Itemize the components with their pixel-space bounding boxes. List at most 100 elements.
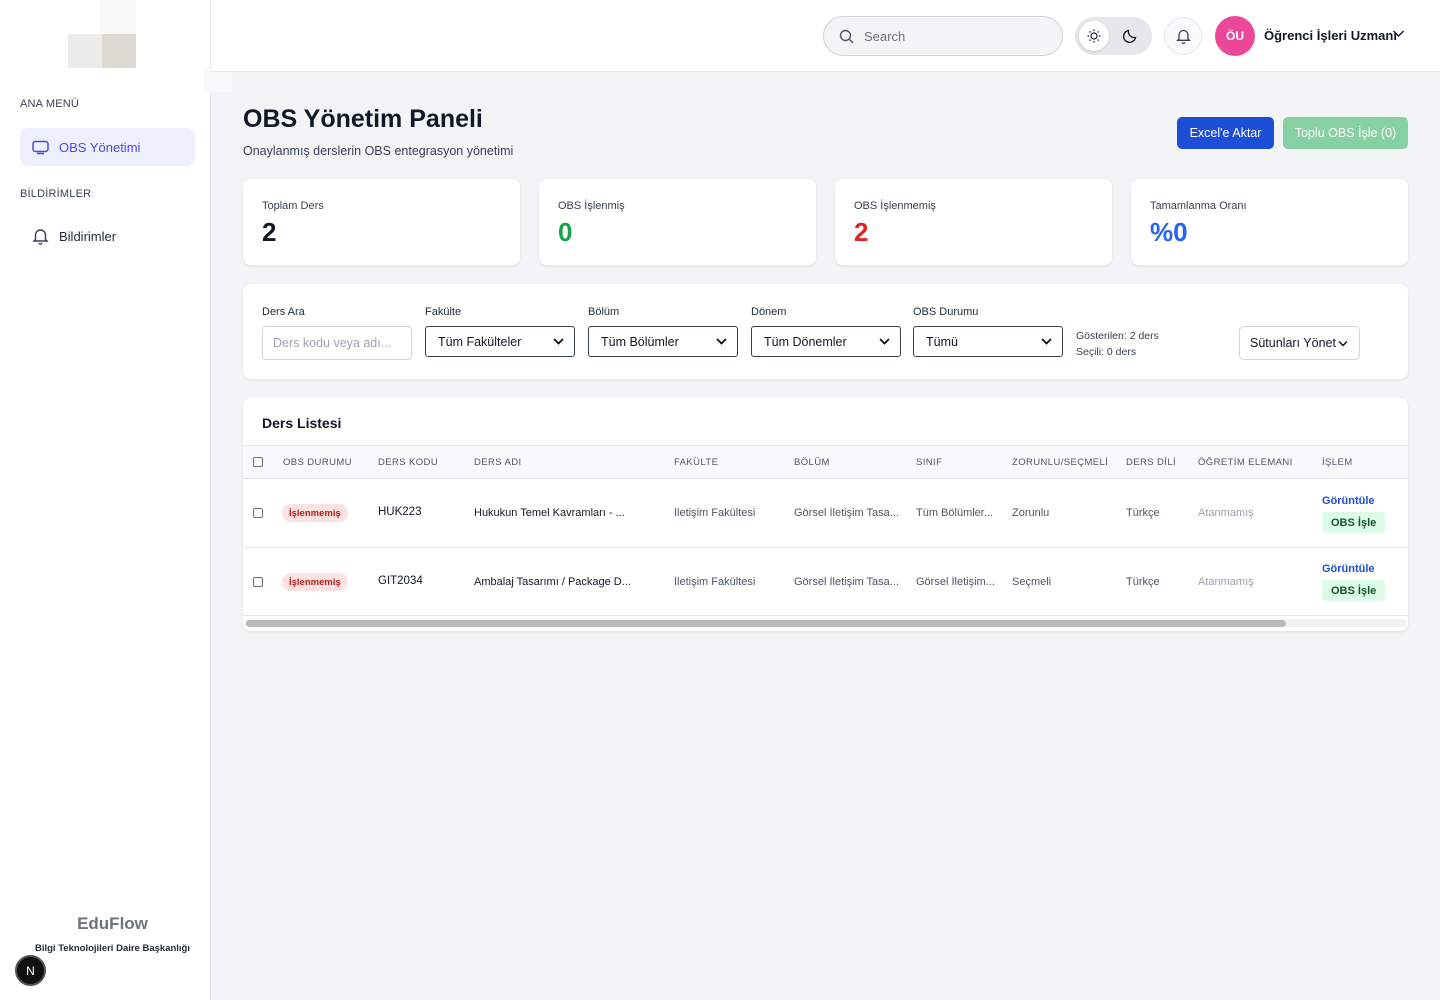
chevron-down-icon	[879, 338, 890, 345]
course-department: Görsel İletişim Tasa...	[794, 507, 899, 519]
horizontal-scrollbar[interactable]	[245, 619, 1406, 627]
course-class: Görsel İletişim...	[916, 576, 995, 588]
chevron-down-icon	[1041, 338, 1052, 345]
manage-columns-button[interactable]: Sütunları Yönet	[1239, 326, 1360, 360]
search-input[interactable]	[864, 28, 1044, 44]
stat-card-processed: OBS İşlenmiş 0	[539, 179, 816, 265]
column-header[interactable]: İŞLEM	[1322, 457, 1353, 468]
sidebar-item-notifications[interactable]: Bildirimler	[20, 217, 195, 255]
stat-label: Toplam Ders	[262, 200, 324, 212]
bell-icon	[1175, 29, 1191, 44]
bulk-obs-process-button[interactable]: Toplu OBS İşle (0)	[1283, 117, 1408, 149]
shown-count: Gösterilen: 2 ders	[1076, 330, 1159, 342]
course-instructor: Atanmamış	[1198, 576, 1254, 588]
faculty-select-value: Tüm Fakülteler	[438, 334, 522, 349]
column-header[interactable]: OBS DURUMU	[283, 457, 352, 468]
framework-badge[interactable]: N	[15, 955, 46, 986]
course-code: HUK223	[378, 506, 422, 518]
stat-label: OBS İşlenmemiş	[854, 200, 936, 212]
select-all-checkbox[interactable]	[253, 457, 263, 467]
light-mode-button[interactable]	[1079, 21, 1109, 51]
obs-process-button[interactable]: OBS İşle	[1322, 512, 1386, 533]
sidebar-item-label: Bildirimler	[59, 228, 117, 244]
column-header[interactable]: DERS KODU	[378, 457, 438, 468]
stat-value: 2	[854, 217, 869, 247]
course-type: Zorunlu	[1012, 507, 1050, 519]
logo-backdrop	[100, 0, 136, 34]
monitor-icon	[32, 140, 49, 154]
obs-status-select-value: Tümü	[926, 334, 958, 349]
obs-process-button[interactable]: OBS İşle	[1322, 580, 1386, 601]
sidebar-item-obs-management[interactable]: OBS Yönetimi	[20, 128, 195, 166]
stat-value: 2	[262, 217, 277, 247]
term-select[interactable]: Tüm Dönemler	[751, 326, 901, 357]
filter-label-obs-status: OBS Durumu	[913, 306, 979, 318]
stat-card-total: Toplam Ders 2	[243, 179, 520, 265]
department-select[interactable]: Tüm Bölümler	[588, 326, 738, 357]
course-language: Türkçe	[1126, 507, 1160, 519]
section-main-menu: ANA MENÜ	[20, 98, 80, 110]
course-table-card: Ders Listesi OBS DURUMU DERS KODU DERS A…	[243, 398, 1408, 631]
chevron-down-icon[interactable]	[1392, 29, 1405, 38]
course-code: GIT2034	[378, 575, 423, 587]
top-bar: ÖU Öğrenci İşleri Uzmanı	[211, 0, 1440, 72]
search-icon	[839, 29, 854, 43]
column-header[interactable]: DERS ADI	[474, 457, 522, 468]
department-select-value: Tüm Bölümler	[601, 334, 679, 349]
filter-label-search: Ders Ara	[262, 306, 305, 318]
column-header[interactable]: ÖĞRETİM ELEMANI	[1198, 457, 1293, 468]
brand-subtitle: Bilgi Teknolojileri Daire Başkanlığı	[34, 943, 191, 954]
course-language: Türkçe	[1126, 576, 1160, 588]
course-department: Görsel İletişim Tasa...	[794, 576, 899, 588]
row-checkbox[interactable]	[253, 577, 263, 587]
stat-label: OBS İşlenmiş	[558, 200, 625, 212]
column-header[interactable]: ZORUNLU/SEÇMELİ	[1012, 457, 1108, 468]
column-header[interactable]: FAKÜLTE	[674, 457, 718, 468]
column-header[interactable]: SINIF	[916, 457, 942, 468]
user-name[interactable]: Öğrenci İşleri Uzmanı	[1264, 28, 1397, 43]
stat-value: %0	[1150, 217, 1188, 247]
column-header[interactable]: DERS DİLİ	[1126, 457, 1176, 468]
manage-columns-label: Sütunları Yönet	[1250, 336, 1336, 350]
stat-label: Tamamlanma Oranı	[1150, 200, 1247, 212]
course-class: Tüm Bölümler...	[916, 507, 994, 519]
table-row[interactable]: İşlenmemiş GIT2034 Ambalaj Tasarımı / Pa…	[243, 548, 1408, 616]
faculty-select[interactable]: Tüm Fakülteler	[425, 326, 575, 357]
obs-status-select[interactable]: Tümü	[913, 326, 1063, 357]
course-search-input[interactable]	[262, 326, 412, 360]
term-select-value: Tüm Dönemler	[764, 334, 847, 349]
search-box[interactable]	[823, 16, 1063, 56]
view-link[interactable]: Görüntüle	[1322, 563, 1375, 575]
chevron-down-icon	[716, 338, 727, 345]
course-type: Seçmeli	[1012, 576, 1052, 588]
chevron-down-icon	[1338, 340, 1348, 347]
course-faculty: İletişim Fakültesi	[674, 576, 756, 588]
course-name: Hukukun Temel Kavramları - ...	[474, 507, 625, 519]
stat-value: 0	[558, 217, 573, 247]
scrollbar-thumb[interactable]	[246, 620, 1286, 627]
page-title: OBS Yönetim Paneli	[243, 105, 483, 133]
selected-count: Seçili: 0 ders	[1076, 346, 1137, 358]
table-row[interactable]: İşlenmemiş HUK223 Hukukun Temel Kavramla…	[243, 480, 1408, 548]
view-link[interactable]: Görüntüle	[1322, 495, 1375, 507]
stat-card-unprocessed: OBS İşlenmemiş 2	[835, 179, 1112, 265]
dark-mode-button[interactable]	[1115, 21, 1145, 51]
filter-panel: Ders Ara Fakülte Tüm Fakülteler Bölüm Tü…	[243, 284, 1408, 379]
course-instructor: Atanmamış	[1198, 507, 1254, 519]
app-logo[interactable]	[68, 34, 136, 68]
column-header[interactable]: BÖLÜM	[794, 457, 830, 468]
course-name: Ambalaj Tasarımı / Package D...	[474, 576, 631, 588]
row-checkbox[interactable]	[253, 508, 263, 518]
filter-label-term: Dönem	[751, 306, 787, 318]
brand-name: EduFlow	[77, 914, 148, 933]
avatar[interactable]: ÖU	[1215, 16, 1255, 56]
status-badge: İşlenmemiş	[282, 504, 348, 522]
export-excel-button[interactable]: Excel'e Aktar	[1177, 117, 1274, 149]
table-header: OBS DURUMU DERS KODU DERS ADI FAKÜLTE BÖ…	[243, 445, 1408, 479]
filter-label-faculty: Fakülte	[425, 306, 462, 318]
sidebar-item-label: OBS Yönetimi	[59, 139, 141, 155]
table-title: Ders Listesi	[262, 415, 342, 431]
bell-icon	[32, 229, 49, 245]
notifications-button[interactable]	[1164, 17, 1202, 55]
theme-toggle[interactable]	[1075, 17, 1152, 55]
